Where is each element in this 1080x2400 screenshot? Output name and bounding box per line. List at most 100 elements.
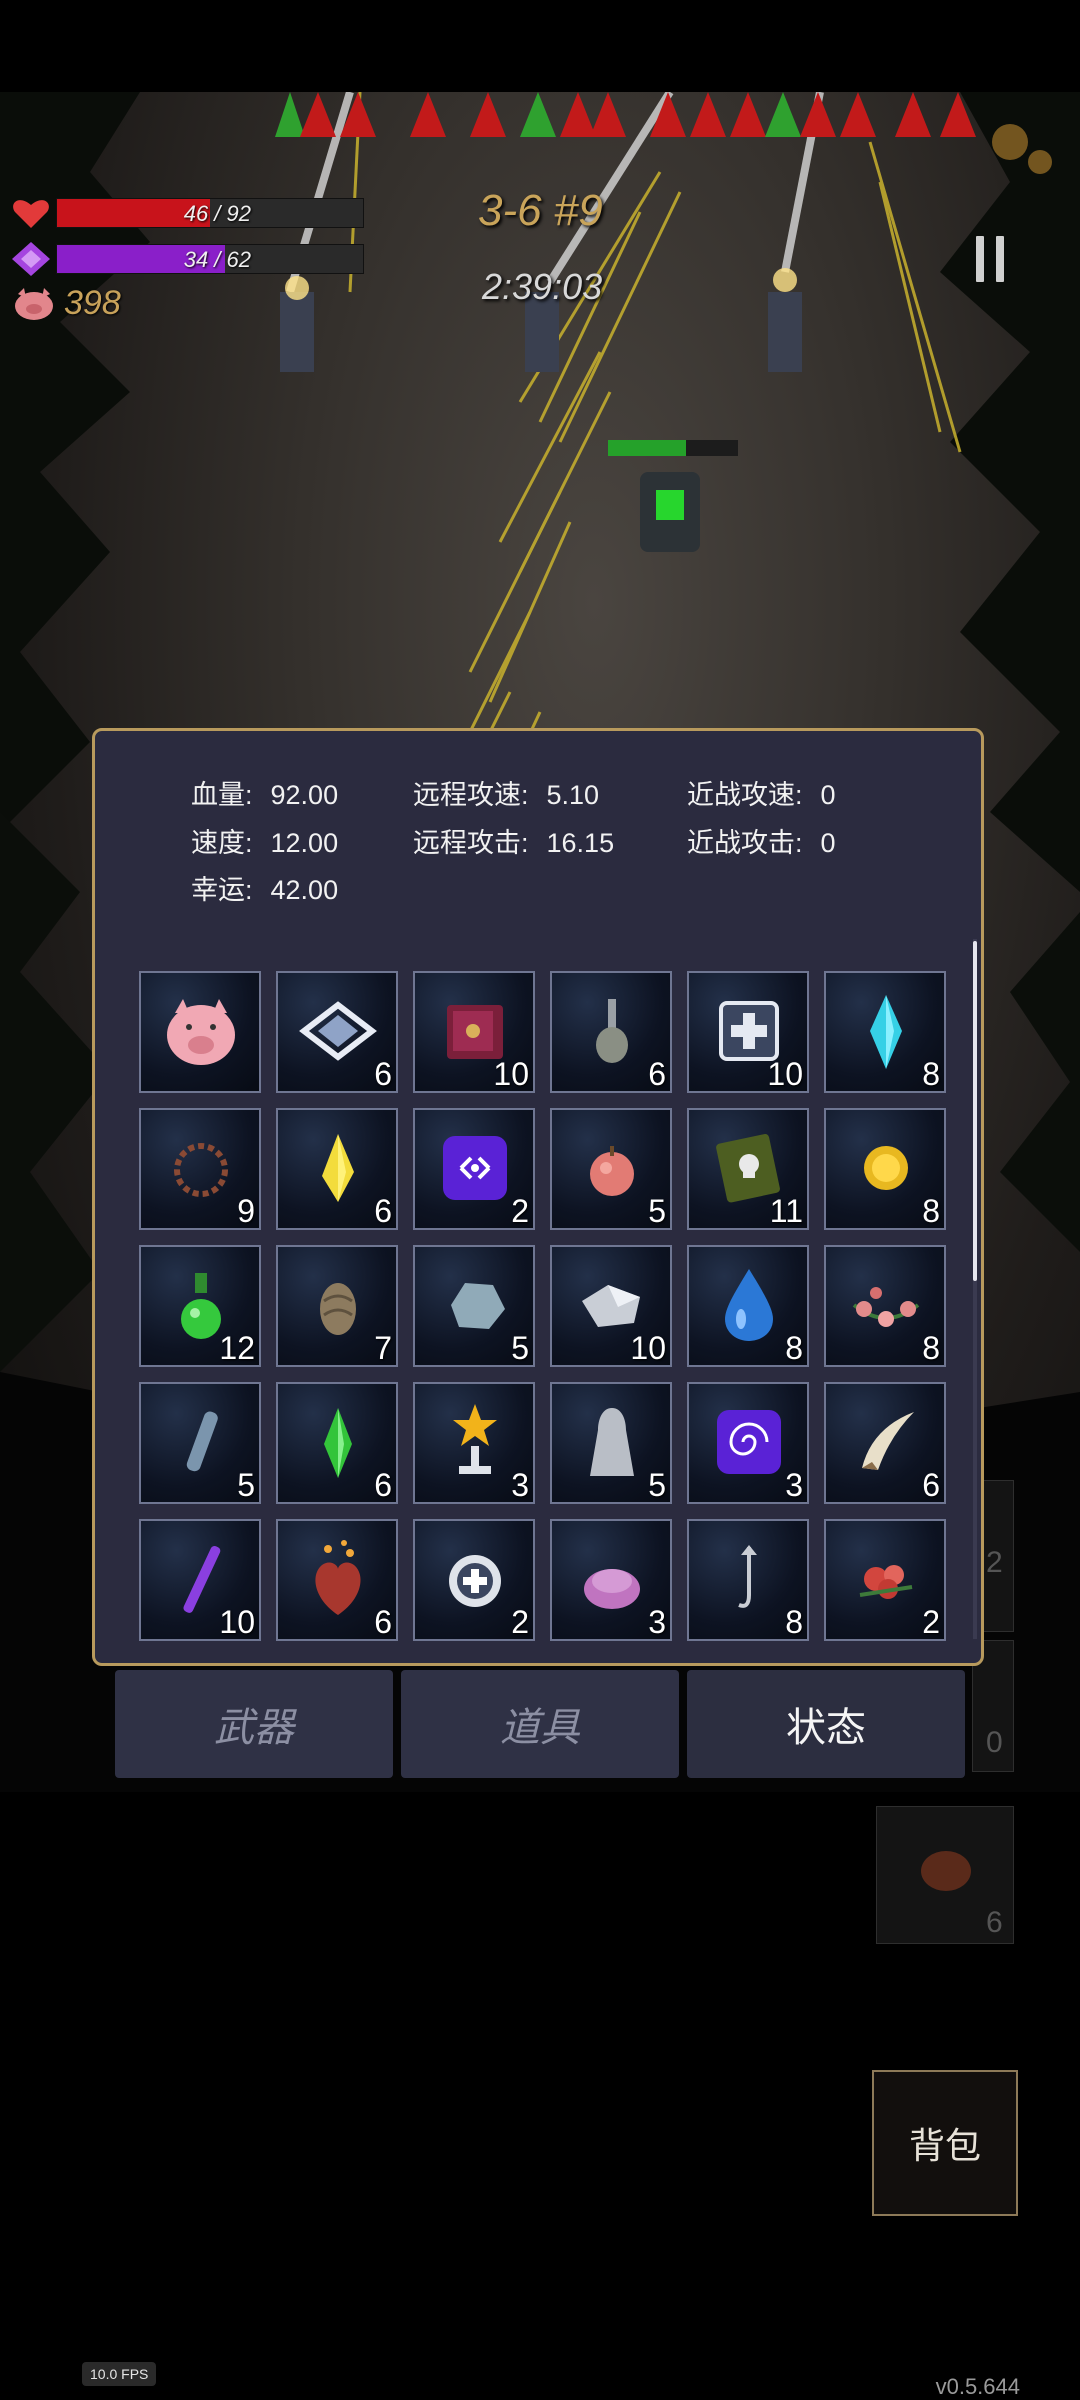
stat-luck: 幸运: 42.00 xyxy=(191,868,338,907)
flower-garland-icon xyxy=(852,1287,920,1327)
vial-icon xyxy=(186,1411,218,1472)
inventory-slot[interactable]: 5 xyxy=(550,1108,672,1230)
inventory-slot[interactable]: 6 xyxy=(276,1382,398,1504)
status-panel: 血量: 92.00 速度: 12.00 幸运: 42.00 远程攻速: 5.10 远程攻… xyxy=(92,728,984,1666)
inventory-slot[interactable]: 7 xyxy=(276,1245,398,1367)
inventory-slot[interactable]: 8 xyxy=(687,1519,809,1641)
vase-icon xyxy=(596,999,628,1063)
inventory-slot[interactable]: 10 xyxy=(139,1519,261,1641)
heart-icon xyxy=(13,200,49,228)
tab-status[interactable]: 状态 xyxy=(687,1670,965,1778)
backpack-button[interactable]: 背包 xyxy=(872,2070,1018,2216)
version-label: v0.5.644 xyxy=(935,2374,1020,2399)
item-count: 6 xyxy=(648,1056,666,1092)
inventory-slot[interactable]: 11 xyxy=(687,1108,809,1230)
item-count: 8 xyxy=(922,1056,940,1092)
hook-icon xyxy=(738,1545,757,1608)
inventory-slot[interactable]: 12 xyxy=(139,1245,261,1367)
stat-ranged-speed: 远程攻速: 5.10 xyxy=(413,773,599,812)
item-count: 10 xyxy=(219,1604,255,1640)
inventory-slot[interactable]: 5 xyxy=(413,1245,535,1367)
stat-value: 42.00 xyxy=(270,875,339,905)
inventory-slot[interactable]: 8 xyxy=(824,1108,946,1230)
stat-value: 16.15 xyxy=(546,828,615,858)
item-count: 9 xyxy=(237,1193,255,1229)
pause-icon xyxy=(976,236,984,282)
stat-label: 血量: xyxy=(191,780,253,810)
inventory-slot[interactable]: 2 xyxy=(413,1519,535,1641)
scrollbar-thumb[interactable] xyxy=(973,941,977,1281)
hp-row: 46 / 92 xyxy=(12,196,364,230)
stat-label: 近战攻速: xyxy=(687,780,803,810)
hp-bar: 46 / 92 xyxy=(56,198,364,228)
gold-row: 398 xyxy=(12,284,121,323)
item-count: 8 xyxy=(922,1330,940,1366)
stage-label: 3-6 #9 xyxy=(478,186,603,235)
inventory-slot[interactable]: 3 xyxy=(550,1519,672,1641)
inventory-slot[interactable]: 5 xyxy=(550,1382,672,1504)
item-count: 2 xyxy=(511,1193,529,1229)
stat-value: 12.00 xyxy=(270,828,339,858)
inventory-slot[interactable]: 3 xyxy=(687,1382,809,1504)
heart-organ-icon xyxy=(315,1540,361,1615)
inventory-slot[interactable]: 8 xyxy=(687,1245,809,1367)
item-count: 6 xyxy=(374,1056,392,1092)
stat-value: 5.10 xyxy=(546,780,600,810)
inventory-slot[interactable]: 6 xyxy=(276,971,398,1093)
item-count: 8 xyxy=(922,1193,940,1229)
stat-melee-attack: 近战攻击: 0 xyxy=(687,821,836,860)
inventory-slot[interactable]: 6 xyxy=(550,971,672,1093)
item-count: 11 xyxy=(769,1193,803,1229)
inventory-slot[interactable]: 6 xyxy=(276,1519,398,1641)
item-count: 8 xyxy=(785,1330,803,1366)
item-count: 6 xyxy=(374,1604,392,1640)
inventory-slot[interactable]: 8 xyxy=(824,971,946,1093)
stat-label: 近战攻击: xyxy=(687,828,803,858)
star-trophy-icon xyxy=(453,1404,497,1474)
inventory-slot[interactable]: 10 xyxy=(413,971,535,1093)
pause-button[interactable] xyxy=(972,236,1008,282)
red-flower-icon xyxy=(859,1565,913,1599)
piggy-icon xyxy=(15,287,53,320)
inventory-slot[interactable]: 9 xyxy=(139,1108,261,1230)
item-count: 6 xyxy=(922,1467,940,1503)
inventory-slot[interactable]: 5 xyxy=(139,1382,261,1504)
item-count: 5 xyxy=(648,1467,666,1503)
inventory-slot[interactable]: 6 xyxy=(824,1382,946,1504)
purple-rune-icon xyxy=(443,1136,507,1200)
item-count: 5 xyxy=(237,1467,255,1503)
inventory-slot[interactable]: 2 xyxy=(824,1519,946,1641)
inventory-slot[interactable] xyxy=(139,971,261,1093)
green-crystal-icon xyxy=(324,1408,352,1478)
stone-icon xyxy=(451,1283,505,1329)
stat-melee-speed: 近战攻速: 0 xyxy=(687,773,836,812)
stat-label: 远程攻速: xyxy=(413,780,529,810)
stat-hp: 血量: 92.00 xyxy=(191,773,338,812)
item-count: 5 xyxy=(648,1193,666,1229)
item-count: 10 xyxy=(767,1056,803,1092)
item-count: 7 xyxy=(374,1330,392,1366)
cloak-figure-icon xyxy=(590,1408,634,1476)
tab-weapons[interactable]: 武器 xyxy=(115,1670,393,1778)
inventory-slot[interactable]: 6 xyxy=(276,1108,398,1230)
item-count: 8 xyxy=(785,1604,803,1640)
pause-icon-bar xyxy=(996,236,1004,282)
inventory-slot[interactable]: 8 xyxy=(824,1245,946,1367)
inventory-slot[interactable]: 2 xyxy=(413,1108,535,1230)
item-count: 3 xyxy=(648,1604,666,1640)
purple-swirl-icon xyxy=(717,1410,781,1474)
item-count: 2 xyxy=(511,1604,529,1640)
inventory-slot[interactable]: 10 xyxy=(550,1245,672,1367)
item-count: 10 xyxy=(630,1330,666,1366)
background-count: 6 xyxy=(986,1906,1003,1939)
item-count: 6 xyxy=(374,1193,392,1229)
background-count: 0 xyxy=(986,1726,1003,1759)
tab-items[interactable]: 道具 xyxy=(401,1670,679,1778)
inventory-slot[interactable]: 3 xyxy=(413,1382,535,1504)
horn-icon xyxy=(862,1412,914,1470)
game-timer: 2:39:03 xyxy=(482,266,603,307)
stat-label: 幸运: xyxy=(191,875,253,905)
stat-value: 92.00 xyxy=(270,780,339,810)
inventory-slot[interactable]: 10 xyxy=(687,971,809,1093)
mp-bar: 34 / 62 xyxy=(56,244,364,274)
